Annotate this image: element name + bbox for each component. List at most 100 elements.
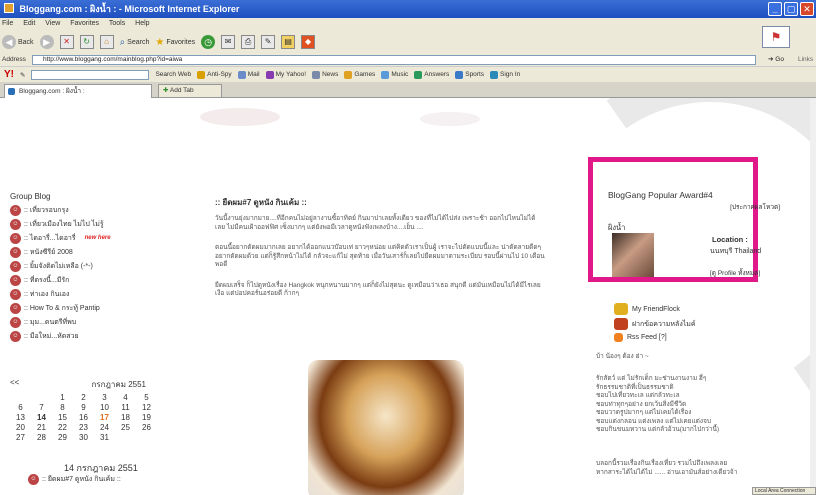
yahoo-sports-button[interactable]: Sports: [455, 70, 484, 79]
award-title[interactable]: BlogGang Popular Award#4: [608, 190, 808, 200]
folder-button[interactable]: ▤: [281, 35, 296, 49]
menu-favorites[interactable]: Favorites: [70, 20, 99, 27]
calendar-day[interactable]: 18: [115, 413, 136, 423]
friendflock-link[interactable]: My FriendFlock: [614, 303, 680, 315]
refresh-button[interactable]: ↻: [79, 35, 94, 49]
vertical-scrollbar[interactable]: [810, 98, 816, 495]
sidebar-item[interactable]: ☺:: ท่าเอง กินเอง: [10, 287, 160, 301]
calendar-day[interactable]: 25: [115, 423, 136, 433]
calendar-day: [115, 433, 136, 443]
yahoo-news-button[interactable]: News: [312, 70, 338, 79]
links-label[interactable]: Links: [798, 54, 813, 66]
pencil-icon[interactable]: ✎: [20, 71, 25, 79]
calendar-day[interactable]: 29: [52, 433, 73, 443]
calendar-day[interactable]: 14: [31, 413, 52, 423]
calendar-day[interactable]: 12: [136, 403, 157, 413]
calendar-day[interactable]: 24: [94, 423, 115, 433]
sidebar-item[interactable]: ☺:: ยิ้มจังติดไม่เหลือ (-*-): [10, 259, 160, 273]
menu-file[interactable]: File: [2, 20, 13, 27]
window-controls: _ ▢ ✕: [768, 2, 814, 16]
award-subtitle[interactable]: [ประกาศผลโหวต]: [608, 202, 780, 212]
yahoo-music-button[interactable]: Music: [381, 70, 408, 79]
yahoo-search-input[interactable]: [31, 69, 150, 80]
calendar-day[interactable]: 15: [52, 413, 73, 423]
yahoo-antispy-button[interactable]: Anti-Spy: [197, 70, 232, 79]
yahoo-logo-icon[interactable]: Y!: [4, 69, 14, 80]
calendar-day[interactable]: 20: [10, 423, 31, 433]
calendar-day[interactable]: 11: [115, 403, 136, 413]
answers-icon: [414, 70, 423, 79]
calendar-day[interactable]: 16: [73, 413, 94, 423]
calendar-day[interactable]: 27: [10, 433, 31, 443]
myyahoo-label: My Yahoo!: [275, 71, 307, 78]
menu-tools[interactable]: Tools: [109, 20, 125, 27]
tab-bloggang[interactable]: Bloggang.com : ผิงน้ำ :: [4, 84, 152, 98]
calendar-day[interactable]: 4: [115, 393, 136, 403]
calendar-prev-link[interactable]: <<: [10, 378, 19, 391]
yahoo-games-button[interactable]: Games: [344, 70, 375, 79]
calendar-day[interactable]: 7: [31, 403, 52, 413]
sidebar-item[interactable]: ☺:: ไดอารี่...ไดอารี่ new here: [10, 231, 160, 245]
sidebar-item[interactable]: ☺:: มุม...ดนตรีที่พบ: [10, 315, 160, 329]
calendar-day: [136, 433, 157, 443]
calendar-day[interactable]: 23: [73, 423, 94, 433]
calendar-day[interactable]: 1: [52, 393, 73, 403]
address-input[interactable]: http://www.bloggang.com/mainblog.php?id=…: [32, 55, 756, 65]
calendar-day[interactable]: 10: [94, 403, 115, 413]
calendar-day[interactable]: 9: [73, 403, 94, 413]
mail-button[interactable]: ✉: [221, 35, 236, 49]
edit-button[interactable]: ✎: [261, 35, 276, 49]
calendar-day[interactable]: 5: [136, 393, 157, 403]
sidebar-item-label: :: หนังซีรีย์ 2008: [24, 248, 73, 256]
yahoo-answers-button[interactable]: Answers: [414, 70, 449, 79]
yahoo-mail-button[interactable]: Mail: [237, 70, 260, 79]
calendar-day[interactable]: 2: [73, 393, 94, 403]
yahoo-myyahoo-button[interactable]: My Yahoo!: [265, 70, 307, 79]
menu-help[interactable]: Help: [135, 20, 149, 27]
sidebar-item[interactable]: ☺:: How To & กระทู้ Pantip: [10, 301, 160, 315]
forward-button[interactable]: ▶: [39, 35, 54, 49]
add-tab-button[interactable]: ✚ Add Tab: [158, 84, 222, 98]
messenger-button[interactable]: ◆: [301, 35, 316, 49]
search-web-button[interactable]: Search Web: [155, 71, 191, 78]
back-button[interactable]: ◀ Back: [2, 35, 34, 49]
calendar-day[interactable]: 26: [136, 423, 157, 433]
rss-link[interactable]: Rss Feed [?]: [614, 333, 667, 342]
calendar-day[interactable]: 13: [10, 413, 31, 423]
header-decoration-2: [420, 112, 480, 126]
minimize-button[interactable]: _: [768, 2, 782, 16]
calendar-day[interactable]: 30: [73, 433, 94, 443]
sidebar-item[interactable]: ☺:: ที่ตรงนี้...มีรัก: [10, 273, 160, 287]
calendar-day[interactable]: 3: [94, 393, 115, 403]
recent-entry[interactable]: ☺ :: ยืดผม#7 ดูหนัง กินเค้ม ::: [28, 474, 121, 485]
calendar-day[interactable]: 6: [10, 403, 31, 413]
close-button[interactable]: ✕: [800, 2, 814, 16]
toolbar-extra-button[interactable]: ⚑: [762, 26, 790, 48]
calendar-day[interactable]: 31: [94, 433, 115, 443]
go-button[interactable]: ➔ Go: [768, 54, 784, 66]
history-button[interactable]: ◷: [201, 35, 216, 49]
sidebar-item[interactable]: ☺:: เที่ยวรอบกรุง: [10, 203, 160, 217]
calendar-day[interactable]: 21: [31, 423, 52, 433]
home-button[interactable]: ⌂: [99, 35, 114, 49]
print-button[interactable]: ⎙: [241, 35, 256, 49]
maximize-button[interactable]: ▢: [784, 2, 798, 16]
menu-edit[interactable]: Edit: [23, 20, 35, 27]
favorites-button[interactable]: ★ Favorites: [155, 37, 195, 48]
sidebar-item[interactable]: ☺:: เที่ยวเมืองไทย ไม่ไป ไม่รู้: [10, 217, 160, 231]
menu-view[interactable]: View: [45, 20, 60, 27]
yahoo-signin-button[interactable]: Sign In: [490, 70, 520, 79]
post-paragraph: ตอนนี้อยากตัดผมมากเลย อยากได้ออกแนวบ๊อบเ…: [215, 244, 545, 268]
smiley-icon: ☺: [28, 474, 39, 485]
calendar-day[interactable]: 19: [136, 413, 157, 423]
calendar-day[interactable]: 22: [52, 423, 73, 433]
calendar-day[interactable]: 17: [94, 413, 115, 423]
search-button[interactable]: ⌕ Search: [120, 37, 150, 48]
sidebar-item[interactable]: ☺:: หนังซีรีย์ 2008: [10, 245, 160, 259]
calendar-day[interactable]: 28: [31, 433, 52, 443]
stop-button[interactable]: ✕: [59, 35, 74, 49]
sidebar-item[interactable]: ☺:: มือใหม่...หัดสวย: [10, 329, 160, 343]
message-link[interactable]: ฝากข้อความหลังไมค์: [614, 318, 696, 330]
profile-link[interactable]: [ดู Profile ทั้งหมด]: [710, 268, 760, 278]
calendar-day[interactable]: 8: [52, 403, 73, 413]
